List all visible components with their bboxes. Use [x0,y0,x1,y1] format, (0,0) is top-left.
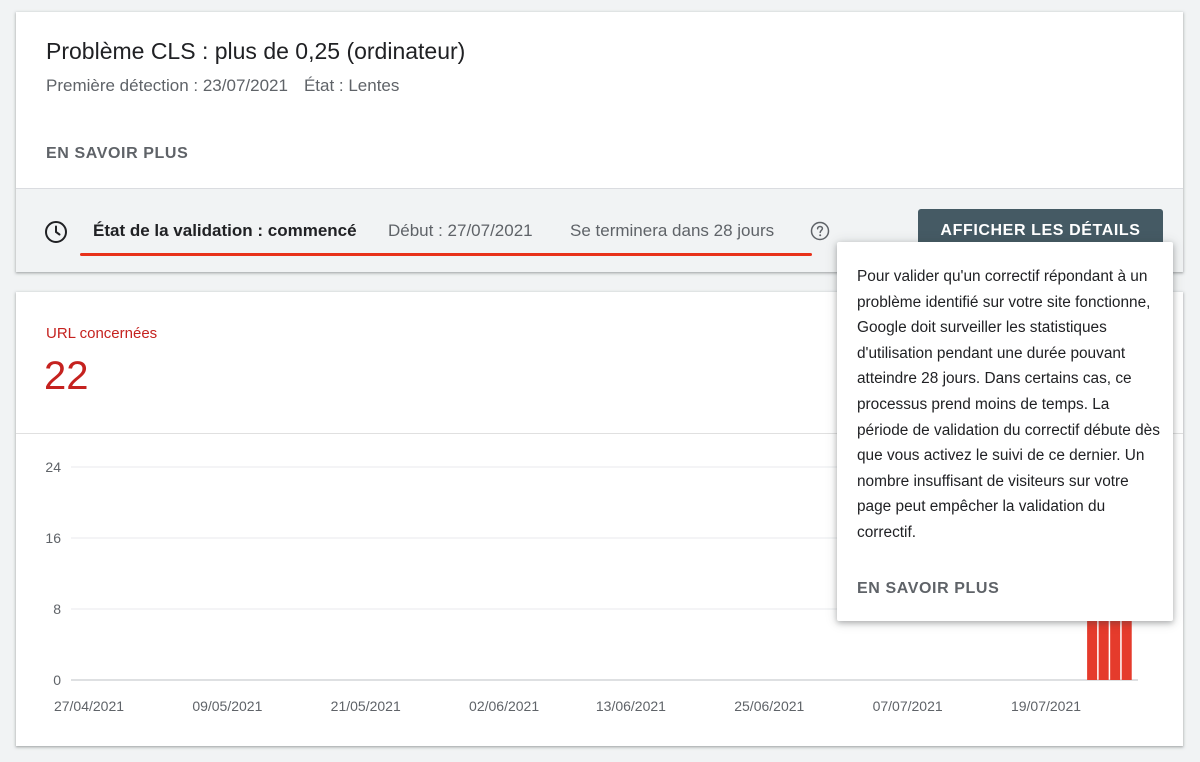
x-tick-label: 07/07/2021 [873,698,943,714]
help-circle-icon[interactable] [810,221,830,241]
x-tick-label: 19/07/2021 [1011,698,1081,714]
x-tick-label: 27/04/2021 [54,698,124,714]
x-tick-label: 09/05/2021 [192,698,262,714]
x-tick-label: 02/06/2021 [469,698,539,714]
issue-card: Problème CLS : plus de 0,25 (ordinateur)… [16,12,1183,272]
tooltip-learn-more-link[interactable]: EN SAVOIR PLUS [857,580,999,598]
tooltip-text: Pour valider qu'un correctif répondant à… [857,268,1160,541]
x-tick-label: 25/06/2021 [734,698,804,714]
first-detection-date: Première détection : 23/07/2021 [46,76,288,95]
x-tick-label: 13/06/2021 [596,698,666,714]
learn-more-link[interactable]: EN SAVOIR PLUS [46,145,188,163]
highlight-underline [80,253,812,256]
validation-start-date: Début : 27/07/2021 [388,221,533,240]
affected-urls-label: URL concernées [46,325,158,342]
validation-help-tooltip: Pour valider qu'un correctif répondant à… [837,242,1173,621]
y-tick-label: 0 [53,672,61,688]
affected-urls-count: 22 [44,354,89,398]
y-tick-label: 16 [45,530,61,546]
validation-status: État de la validation : commencé [93,221,357,240]
y-tick-label: 8 [53,601,61,617]
x-tick-label: 21/05/2021 [331,698,401,714]
clock-icon [45,221,67,243]
issue-state: État : Lentes [303,76,400,95]
issue-title: Problème CLS : plus de 0,25 (ordinateur) [46,38,466,64]
validation-end-estimate: Se terminera dans 28 jours [570,221,775,240]
y-tick-label: 24 [45,459,61,475]
issue-meta: Première détection : 23/07/2021 État : Le… [46,76,399,96]
